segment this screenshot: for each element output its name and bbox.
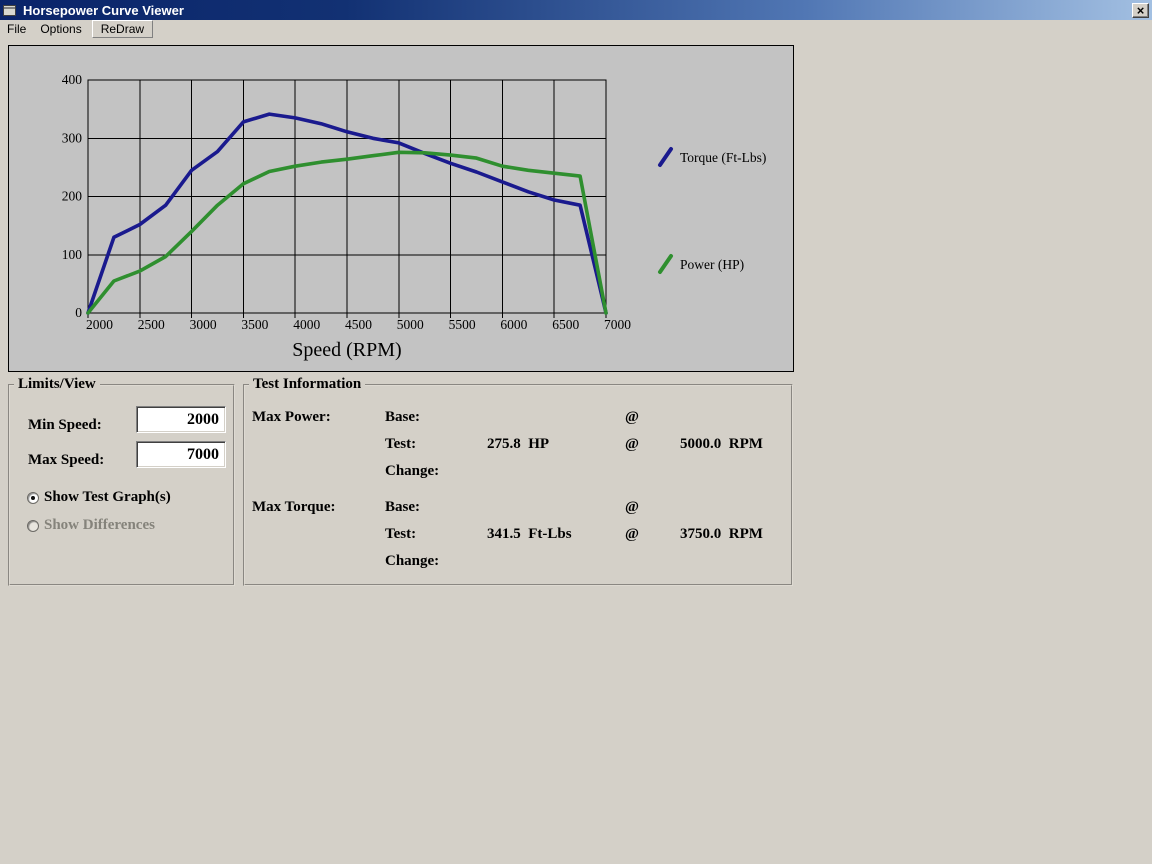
app-window: { "window": { "title": "Horsepower Curve…	[0, 0, 1152, 864]
y-tick-label: 200	[62, 189, 83, 204]
power-change-label: Change:	[385, 463, 440, 479]
radio-show-test-graphs[interactable]	[27, 492, 39, 504]
menu-file[interactable]: File	[0, 21, 33, 37]
x-tick-label: 4500	[345, 317, 372, 332]
max-power-label: Max Power:	[252, 409, 331, 425]
power-test-rpm: 5000.0 RPM	[680, 436, 763, 452]
test-information-group: Test Information Max Power: Base: @ Test…	[243, 376, 793, 586]
limits-view-group: Limits/View Min Speed: Max Speed: Show T…	[8, 376, 235, 586]
legend-label: Torque (Ft-Lbs)	[680, 150, 766, 165]
titlebar: Horsepower Curve Viewer ×	[0, 0, 1152, 20]
legend-marker	[658, 147, 673, 167]
torque-test-at: @	[625, 526, 639, 542]
y-tick-label: 400	[62, 72, 83, 87]
x-tick-label: 6000	[500, 317, 527, 332]
x-tick-label: 2500	[138, 317, 165, 332]
power-test-label: Test:	[385, 436, 417, 452]
x-tick-label: 3000	[190, 317, 217, 332]
min-speed-label: Min Speed:	[28, 417, 102, 433]
max-speed-input[interactable]	[136, 441, 226, 468]
close-icon: ×	[1136, 2, 1145, 18]
max-torque-label: Max Torque:	[252, 499, 336, 515]
x-tick-label: 5500	[449, 317, 476, 332]
app-icon	[3, 4, 18, 17]
limits-view-title: Limits/View	[14, 376, 100, 393]
radio-show-differences[interactable]	[27, 520, 39, 532]
torque-test-rpm: 3750.0 RPM	[680, 526, 763, 542]
test-information-title: Test Information	[249, 376, 366, 393]
x-axis-title: Speed (RPM)	[292, 339, 401, 361]
x-tick-label: 6500	[552, 317, 579, 332]
y-tick-label: 100	[62, 247, 83, 262]
power-test-at: @	[625, 436, 639, 452]
y-tick-label: 0	[75, 305, 82, 320]
max-speed-label: Max Speed:	[28, 452, 105, 468]
hp-torque-chart: 2000 2500 3000 3500 4000 4500 5000 5500 6000 6500…	[62, 72, 767, 361]
y-tick-label: 300	[62, 130, 83, 145]
chart-panel: 2000 2500 3000 3500 4000 4500 5000 5500 6000 6500…	[8, 45, 794, 372]
window-title: Horsepower Curve Viewer	[23, 2, 184, 18]
legend-label: Power (HP)	[680, 257, 744, 272]
legend-marker	[658, 254, 673, 274]
x-tick-label: 3500	[241, 317, 268, 332]
torque-test-value: 341.5 Ft-Lbs	[487, 526, 572, 542]
torque-change-label: Change:	[385, 553, 440, 569]
min-speed-input[interactable]	[136, 406, 226, 433]
show-differences-label: Show Differences	[44, 517, 155, 533]
x-tick-label: 5000	[397, 317, 424, 332]
power-base-label: Base:	[385, 409, 420, 425]
torque-base-at: @	[625, 499, 639, 515]
x-tick-label: 4000	[293, 317, 320, 332]
show-test-graphs-label: Show Test Graph(s)	[44, 489, 171, 505]
close-button[interactable]: ×	[1132, 2, 1149, 18]
torque-base-label: Base:	[385, 499, 420, 515]
menu-options[interactable]: Options	[33, 21, 88, 37]
power-test-value: 275.8 HP	[487, 436, 550, 452]
x-tick-label: 7000	[604, 317, 631, 332]
menu-redraw-button[interactable]: ReDraw	[91, 19, 154, 38]
x-tick-label: 2000	[86, 317, 113, 332]
menubar: File Options ReDraw	[0, 19, 1152, 38]
power-base-at: @	[625, 409, 639, 425]
torque-test-label: Test:	[385, 526, 417, 542]
